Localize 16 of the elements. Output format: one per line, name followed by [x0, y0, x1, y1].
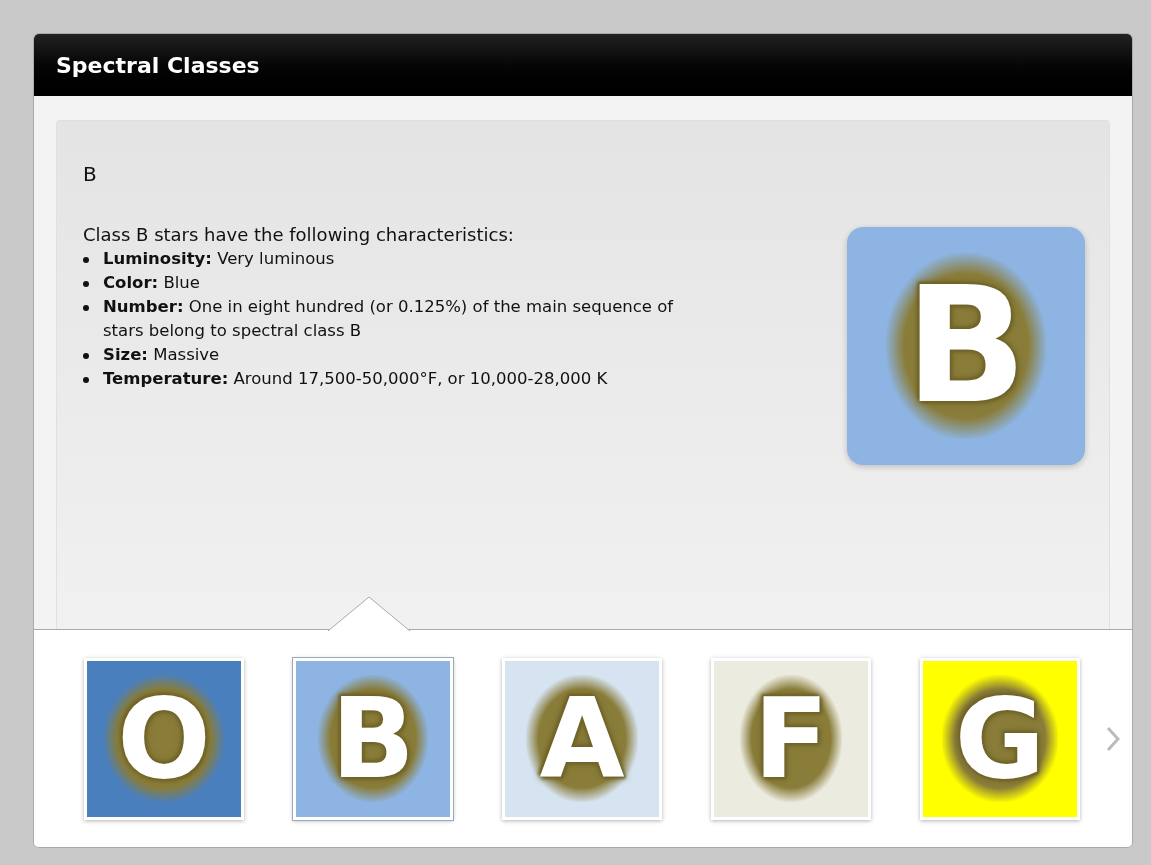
- class-tile[interactable]: B: [293, 657, 453, 820]
- characteristic-text: Size: Massive: [103, 344, 220, 366]
- characteristic-text: Number: One in eight hundred (or 0.125%) of the main sequence of stars belong to spectral class B: [103, 296, 675, 342]
- bullet-icon: [83, 281, 89, 287]
- bullet-icon: [83, 305, 89, 311]
- characteristic-text: Color: Blue: [103, 272, 200, 294]
- bullet-icon: [83, 257, 89, 263]
- class-heading: B: [83, 161, 98, 188]
- window-title: Spectral Classes: [56, 51, 260, 80]
- intro-text: Class B stars have the following characteristics:: [83, 223, 515, 247]
- bullet-icon: [83, 353, 89, 359]
- characteristic-text: Luminosity: Very luminous: [103, 248, 335, 270]
- next-chevron-icon[interactable]: [1106, 726, 1120, 752]
- characteristic-text: Temperature: Around 17,500-50,000°F, or 10,000-28,000 K: [103, 368, 608, 390]
- class-letter: B: [885, 253, 1047, 439]
- bullet-icon: [83, 377, 89, 383]
